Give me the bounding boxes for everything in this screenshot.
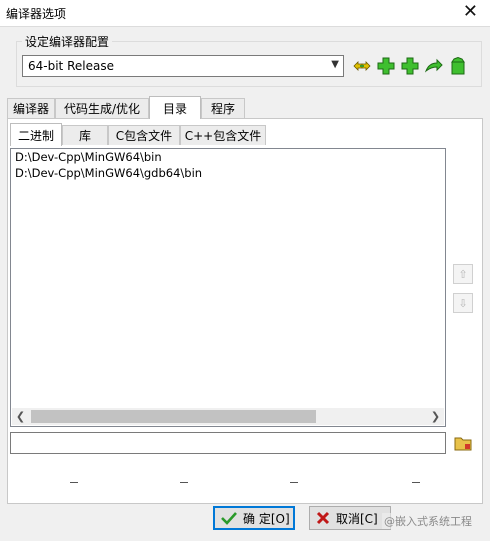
tab-directories[interactable]: 目录 xyxy=(149,96,201,119)
title-bar: 编译器选项 ✕ xyxy=(0,0,490,26)
ok-label: 确 定[O] xyxy=(243,511,290,526)
scroll-left-icon[interactable]: ❮ xyxy=(12,409,29,424)
cancel-button[interactable]: 取消[C] xyxy=(309,506,391,530)
arrow-up-icon: ⇧ xyxy=(458,267,468,281)
cancel-label: 取消[C] xyxy=(336,511,378,526)
scroll-thumb[interactable] xyxy=(31,410,316,423)
export-config-button[interactable] xyxy=(424,56,444,76)
add-copy-icon xyxy=(401,57,419,75)
tab-compiler[interactable]: 编译器 xyxy=(7,98,55,118)
config-select[interactable]: 64-bit Release ▼ xyxy=(22,55,344,77)
title-separator xyxy=(0,26,490,27)
copy-config-button[interactable] xyxy=(400,56,420,76)
rename-icon xyxy=(353,61,371,71)
watermark: @嵌入式系统工程 xyxy=(382,513,474,529)
tab-c-includes[interactable]: C包含文件 xyxy=(108,125,180,145)
divider-mark xyxy=(412,482,420,483)
chevron-down-icon[interactable]: ▼ xyxy=(331,59,339,70)
rename-config-button[interactable] xyxy=(352,56,372,76)
delete-config-button[interactable] xyxy=(448,56,468,76)
window-title: 编译器选项 xyxy=(6,7,67,21)
move-down-button[interactable]: ⇩ xyxy=(453,293,473,313)
tab-libraries[interactable]: 库 xyxy=(62,125,108,145)
horizontal-scrollbar[interactable]: ❮ ❯ xyxy=(12,408,444,425)
scroll-right-icon[interactable]: ❯ xyxy=(427,409,444,424)
add-icon xyxy=(377,57,395,75)
export-icon xyxy=(425,58,443,73)
add-config-button[interactable] xyxy=(376,56,396,76)
ok-button[interactable]: 确 定[O] xyxy=(213,506,295,530)
tab-codegen[interactable]: 代码生成/优化 xyxy=(55,98,149,118)
tab-binaries[interactable]: 二进制 xyxy=(10,123,62,146)
arrow-down-icon: ⇩ xyxy=(458,296,468,310)
divider-mark xyxy=(180,482,188,483)
divider-mark xyxy=(70,482,78,483)
move-up-button[interactable]: ⇧ xyxy=(453,264,473,284)
directory-path-input[interactable] xyxy=(10,432,446,454)
directory-list[interactable]: D:\Dev-Cpp\MinGW64\bin D:\Dev-Cpp\MinGW6… xyxy=(10,148,446,427)
tab-programs[interactable]: 程序 xyxy=(201,98,245,118)
close-icon xyxy=(316,511,330,525)
close-icon[interactable]: ✕ xyxy=(463,1,478,23)
checkmark-icon xyxy=(221,512,237,525)
tab-cpp-includes[interactable]: C++包含文件 xyxy=(180,125,266,145)
folder-icon xyxy=(454,437,472,451)
divider-mark xyxy=(290,482,298,483)
config-group-label: 设定编译器配置 xyxy=(22,33,113,50)
list-item[interactable]: D:\Dev-Cpp\MinGW64\gdb64\bin xyxy=(11,165,445,181)
delete-icon xyxy=(451,57,465,75)
list-item[interactable]: D:\Dev-Cpp\MinGW64\bin xyxy=(11,149,445,165)
config-select-value: 64-bit Release xyxy=(28,59,114,73)
browse-folder-button[interactable] xyxy=(453,433,473,453)
